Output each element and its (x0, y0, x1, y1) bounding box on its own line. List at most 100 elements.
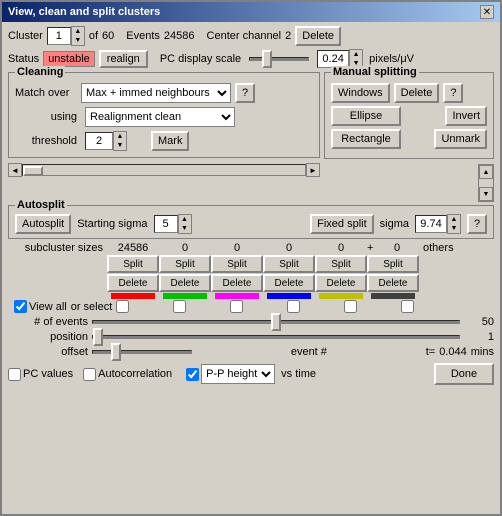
threshold-up[interactable]: ▲ (114, 132, 126, 141)
delete-btn-2[interactable]: Delete (211, 274, 263, 292)
scroll-down-arrow[interactable]: ▼ (479, 187, 493, 201)
using-select[interactable]: Realignment clean (85, 107, 235, 127)
pc-display-up[interactable]: ▲ (350, 50, 362, 59)
threshold-row: threshold ▲ ▼ Mark (15, 131, 313, 151)
manual-splitting-group: Manual splitting Windows Delete ? Ellips… (324, 72, 494, 159)
starting-sigma-up[interactable]: ▲ (179, 215, 191, 224)
split-btn-1[interactable]: Split (159, 255, 211, 273)
view-all-checkbox[interactable] (14, 300, 27, 313)
right-panel: Manual splitting Windows Delete ? Ellips… (324, 72, 494, 202)
select-cb-5[interactable] (401, 300, 414, 313)
mark-button[interactable]: Mark (151, 131, 189, 151)
scroll-left-arrow[interactable]: ◄ (8, 163, 22, 177)
scroll-up-arrow[interactable]: ▲ (479, 165, 493, 179)
pp-height-select-wrapper[interactable]: P-P height (201, 364, 275, 384)
h-scroll-thumb[interactable] (23, 166, 43, 176)
events-label: Events (126, 30, 160, 42)
pc-values-checkbox[interactable] (8, 368, 21, 381)
cluster-spinner[interactable]: ▲ ▼ (47, 26, 85, 46)
pp-height-checkbox[interactable] (186, 368, 199, 381)
cluster-down[interactable]: ▼ (72, 36, 84, 45)
pp-height-select[interactable]: P-P height (202, 365, 274, 383)
realign-button[interactable]: realign (99, 50, 148, 68)
ellipse-button[interactable]: Ellipse (331, 106, 401, 126)
select-cb-2[interactable] (230, 300, 243, 313)
cluster-value (47, 27, 71, 45)
delete-btn-0[interactable]: Delete (107, 274, 159, 292)
cluster-row: Cluster ▲ ▼ of 60 Events 24586 Center ch… (8, 26, 494, 46)
using-row: using Realignment clean (15, 107, 313, 127)
cluster-up[interactable]: ▲ (72, 27, 84, 36)
autosplit-group: Autosplit Autosplit Starting sigma ▲ ▼ F… (8, 205, 494, 239)
ms-question-button[interactable]: ? (443, 83, 463, 103)
sigma-down[interactable]: ▼ (448, 224, 460, 233)
sigma-up[interactable]: ▲ (448, 215, 460, 224)
starting-sigma-down[interactable]: ▼ (179, 224, 191, 233)
threshold-down[interactable]: ▼ (114, 141, 126, 150)
pc-display-slider[interactable] (249, 57, 309, 61)
subcluster-sizes-row: subcluster sizes 24586 0 0 0 0 + 0 other… (8, 242, 494, 254)
cleaning-question-button[interactable]: ? (235, 83, 255, 103)
delete-btn-1[interactable]: Delete (159, 274, 211, 292)
color-bar-2 (211, 293, 263, 299)
delete-cluster-button[interactable]: Delete (295, 26, 341, 46)
split-btn-0[interactable]: Split (107, 255, 159, 273)
rectangle-button[interactable]: Rectangle (331, 129, 401, 149)
match-over-row: Match over Max + immed neighbours ? (15, 83, 313, 103)
events-value: 24586 (164, 30, 195, 42)
scroll-right-arrow[interactable]: ► (306, 163, 320, 177)
delete-btn-5[interactable]: Delete (367, 274, 419, 292)
subcluster-sizes-label: subcluster sizes (8, 242, 103, 254)
select-cb-4[interactable] (344, 300, 357, 313)
select-cb-3[interactable] (287, 300, 300, 313)
cluster-label: Cluster (8, 30, 43, 42)
select-cb-1[interactable] (173, 300, 186, 313)
autosplit-row: Autosplit Starting sigma ▲ ▼ Fixed split… (15, 214, 487, 234)
h-scroll-track[interactable] (22, 164, 306, 176)
vs-time-label: vs time (281, 368, 316, 380)
close-button[interactable]: ✕ (480, 5, 494, 19)
position-label: position (8, 331, 88, 343)
ms-row2: Ellipse Invert (331, 106, 487, 126)
h-scrollbar-area: ◄ ► (8, 163, 320, 177)
pc-values-label: PC values (23, 368, 73, 380)
events-slider[interactable] (92, 320, 460, 324)
autocorrelation-checkbox[interactable] (83, 368, 96, 381)
content-area: Cluster ▲ ▼ of 60 Events 24586 Center ch… (2, 22, 500, 514)
split-btn-5[interactable]: Split (367, 255, 419, 273)
or-select-label: or select (71, 301, 113, 313)
invert-button[interactable]: Invert (445, 106, 487, 126)
autosplit-title: Autosplit (15, 199, 67, 211)
v-scroll-track[interactable] (479, 179, 493, 187)
match-over-select[interactable]: Max + immed neighbours (81, 83, 231, 103)
autosplit-button[interactable]: Autosplit (15, 214, 71, 234)
delete-btn-4[interactable]: Delete (315, 274, 367, 292)
main-window: View, clean and split clusters ✕ Cluster… (0, 0, 502, 516)
split-btn-3[interactable]: Split (263, 255, 315, 273)
v-scrollbar[interactable]: ▲ ▼ (478, 164, 494, 202)
pc-display-label: PC display scale (160, 53, 241, 65)
split-btn-2[interactable]: Split (211, 255, 263, 273)
color-bar-4 (315, 293, 367, 299)
pixels-label: pixels/μV (369, 53, 414, 65)
window-title: View, clean and split clusters (8, 6, 160, 18)
ms-delete1-button[interactable]: Delete (394, 83, 440, 103)
position-slider[interactable] (92, 335, 460, 339)
threshold-label: threshold (15, 135, 77, 147)
offset-slider[interactable] (92, 350, 192, 354)
threshold-spinner[interactable]: ▲ ▼ (85, 131, 127, 151)
starting-sigma-spinner[interactable]: ▲ ▼ (154, 214, 192, 234)
delete-buttons-row: Delete Delete Delete Delete Delete Delet… (8, 274, 494, 292)
unmark-button[interactable]: Unmark (434, 129, 487, 149)
center-channel-value: 2 (285, 30, 291, 42)
done-button[interactable]: Done (434, 363, 494, 385)
split-btn-4[interactable]: Split (315, 255, 367, 273)
select-cb-0[interactable] (116, 300, 129, 313)
windows-button[interactable]: Windows (331, 83, 390, 103)
sigma-value (415, 215, 447, 233)
autosplit-question-button[interactable]: ? (467, 214, 487, 234)
sigma-spinner[interactable]: ▲ ▼ (415, 214, 461, 234)
fixed-split-button[interactable]: Fixed split (310, 214, 374, 234)
delete-btn-3[interactable]: Delete (263, 274, 315, 292)
color-bar-1 (159, 293, 211, 299)
